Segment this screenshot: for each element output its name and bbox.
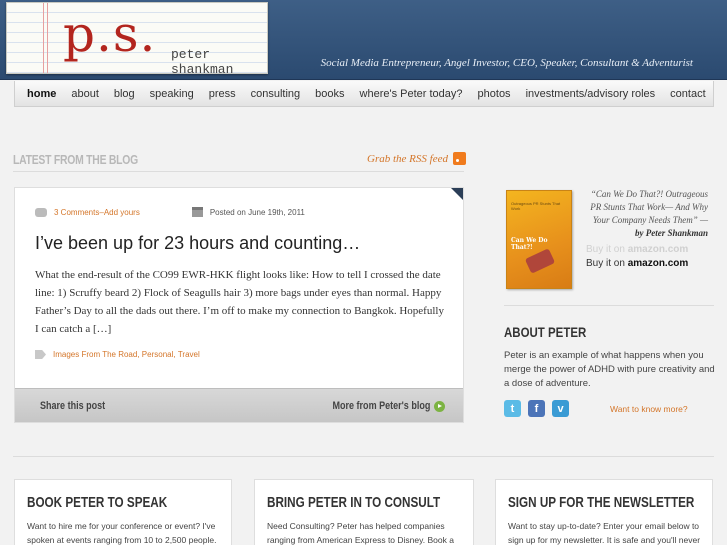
- buy-prefix: Buy it on: [586, 258, 625, 269]
- comments-link[interactable]: 3 Comments: [54, 208, 99, 217]
- newsletter-text: Want to stay up-to-date? Enter your emai…: [508, 521, 701, 545]
- rss-icon: [452, 152, 466, 165]
- nav-home[interactable]: home: [27, 88, 56, 100]
- add-comment-link[interactable]: Add yours: [104, 208, 140, 217]
- speak-box: BOOK PETER TO SPEAK Want to hire me for …: [14, 479, 232, 545]
- buy-amazon-ghost: Buy it on amazon.com: [586, 244, 688, 255]
- site-header: p.s. peter shankman Social Media Entrepr…: [0, 0, 727, 80]
- nav-books[interactable]: books: [315, 88, 344, 100]
- book-author: by Peter Shankman: [634, 228, 708, 238]
- book-quote: “Can We Do That?! Outrageous PR Stunts T…: [586, 188, 708, 240]
- tag-link[interactable]: Travel: [178, 350, 200, 359]
- book-cover-title: Can We Do That?!: [511, 237, 548, 251]
- nav-wheres-peter[interactable]: where's Peter today?: [360, 88, 463, 100]
- share-post-button[interactable]: Share this post: [40, 400, 105, 412]
- divider: [13, 456, 714, 457]
- nav-consulting[interactable]: consulting: [251, 88, 301, 100]
- divider: [13, 171, 464, 172]
- speak-title[interactable]: BOOK PETER TO SPEAK: [27, 494, 167, 511]
- nav-contact[interactable]: contact: [670, 88, 705, 100]
- more-posts-link[interactable]: More from Peter's blog: [311, 400, 445, 412]
- book-cover[interactable]: Outrageous PR Stunts That Work Can We Do…: [506, 190, 572, 289]
- rss-label: Grab the RSS feed: [367, 152, 448, 165]
- main-nav: home about blog speaking press consultin…: [14, 81, 714, 107]
- social-links: t f v: [504, 400, 569, 417]
- speak-text: Want to hire me for your conference or e…: [27, 521, 217, 545]
- logo-mark: p.s.: [63, 5, 157, 63]
- blog-section-title: LATEST FROM THE BLOG: [13, 152, 138, 167]
- site-tagline: Social Media Entrepreneur, Angel Investo…: [320, 57, 693, 69]
- vimeo-icon[interactable]: v: [552, 400, 569, 417]
- amazon-logo: amazon.com: [627, 258, 689, 269]
- nav-speaking[interactable]: speaking: [150, 88, 194, 100]
- site-logo[interactable]: p.s. peter shankman: [6, 2, 268, 77]
- comment-icon: [35, 207, 47, 217]
- buy-ghost-prefix: Buy it on: [586, 244, 625, 255]
- about-text: Peter is an example of what happens when…: [504, 350, 715, 389]
- nav-photos[interactable]: photos: [478, 88, 511, 100]
- book-cover-subtitle: Outrageous PR Stunts That Work: [511, 201, 561, 211]
- post-title[interactable]: I’ve been up for 23 hours and counting…: [35, 233, 360, 254]
- calendar-icon: [191, 207, 203, 217]
- logo-name: peter shankman: [171, 47, 234, 77]
- consult-box: BRING PETER IN TO CONSULT Need Consultin…: [254, 479, 474, 545]
- consult-text: Need Consulting? Peter has helped compan…: [267, 521, 454, 545]
- rss-link[interactable]: Grab the RSS feed: [367, 152, 466, 165]
- buy-amazon-link[interactable]: Buy it on amazon.com: [586, 258, 688, 269]
- post-excerpt: What the end-result of the CO99 EWR-HKK …: [35, 269, 444, 335]
- facebook-icon[interactable]: f: [528, 400, 545, 417]
- blog-post-card: 3 Comments – Add yours Posted on June 19…: [14, 187, 464, 423]
- newsletter-title[interactable]: SIGN UP FOR THE NEWSLETTER: [508, 494, 694, 511]
- post-footer: Share this post More from Peter's blog: [15, 388, 463, 422]
- newsletter-box: SIGN UP FOR THE NEWSLETTER Want to stay …: [495, 479, 713, 545]
- post-meta: 3 Comments – Add yours Posted on June 19…: [35, 207, 305, 217]
- post-tags: Images From The Road, Personal, Travel: [35, 350, 200, 359]
- divider: [504, 305, 714, 306]
- tag-link[interactable]: Images From The Road: [53, 350, 137, 359]
- nav-blog[interactable]: blog: [114, 88, 135, 100]
- nav-investments[interactable]: investments/advisory roles: [526, 88, 656, 100]
- know-more-link[interactable]: Want to know more?: [610, 404, 688, 414]
- tag-icon: [35, 350, 46, 359]
- more-posts-label: More from Peter's blog: [332, 400, 430, 412]
- corner-fold-icon: [451, 188, 463, 200]
- book-cover-figure: [524, 248, 556, 274]
- tag-link[interactable]: Personal: [142, 350, 174, 359]
- nav-press[interactable]: press: [209, 88, 236, 100]
- about-title: ABOUT PETER: [504, 324, 587, 340]
- book-quote-text: “Can We Do That?! Outrageous PR Stunts T…: [590, 189, 708, 225]
- amazon-ghost-logo: amazon.com: [627, 244, 689, 255]
- consult-title[interactable]: BRING PETER IN TO CONSULT: [267, 494, 440, 511]
- twitter-icon[interactable]: t: [504, 400, 521, 417]
- post-date: Posted on June 19th, 2011: [209, 207, 305, 217]
- nav-about[interactable]: about: [71, 88, 99, 100]
- arrow-right-icon: [434, 400, 445, 412]
